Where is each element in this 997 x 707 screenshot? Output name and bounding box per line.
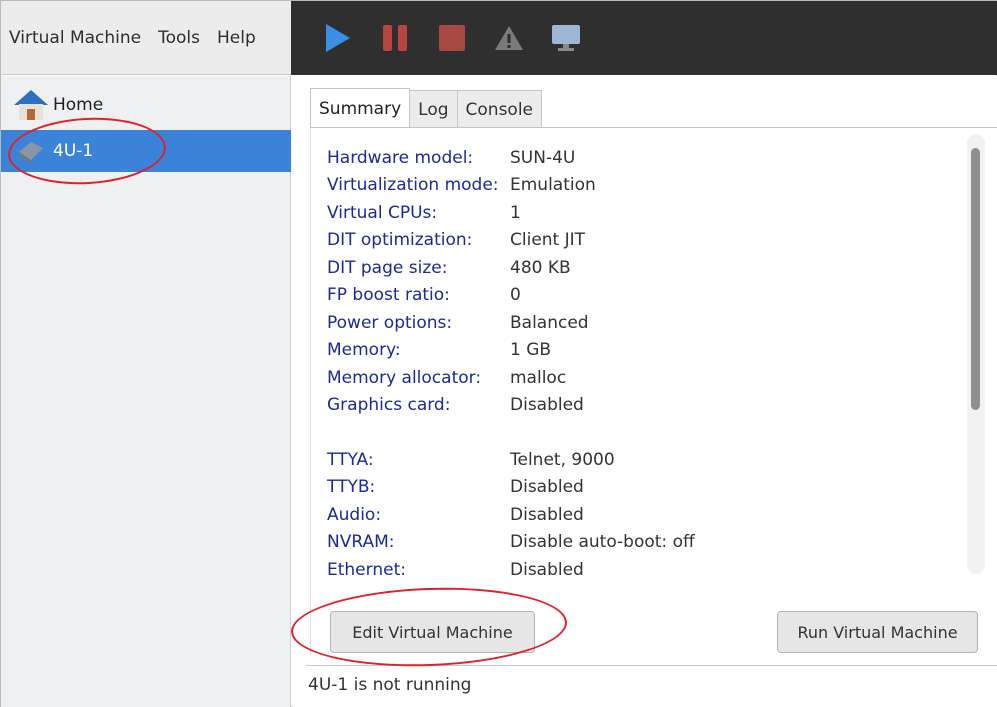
details-scrollbar[interactable] [967, 134, 985, 574]
summary-panel: Hardware model: SUN-4U Virtualization mod… [310, 128, 997, 655]
edit-vm-button[interactable]: Edit Virtual Machine [330, 611, 535, 653]
detail-row: Virtualization mode: Emulation [327, 172, 967, 200]
detail-value: Balanced [510, 312, 589, 333]
detail-key: Memory allocator: [327, 367, 482, 388]
stop-button[interactable] [435, 21, 469, 55]
machine-icon [11, 133, 51, 169]
detail-row: Virtual CPUs: 1 [327, 199, 967, 227]
play-icon [326, 24, 350, 52]
detail-value: 1 GB [510, 340, 552, 361]
pause-button[interactable] [378, 21, 412, 55]
detail-value: malloc [510, 367, 567, 388]
pause-icon [383, 25, 407, 51]
detail-row: Memory: 1 GB [327, 337, 967, 365]
sidebar: Home 4U-1 [1, 76, 291, 707]
toolbar [291, 1, 997, 75]
detail-key: Memory: [327, 340, 401, 361]
detail-key: FP boost ratio: [327, 285, 450, 306]
run-vm-button[interactable]: Run Virtual Machine [777, 611, 978, 653]
scrollbar-thumb[interactable] [971, 148, 980, 410]
display-button[interactable] [549, 21, 583, 55]
port-row: NVRAM: Disable auto-boot: off [327, 529, 967, 557]
port-value: Disable auto-boot: off [510, 532, 695, 553]
port-row: Audio: Disabled [327, 501, 967, 529]
port-key: NVRAM: [327, 532, 395, 553]
tab-console[interactable]: Console [457, 90, 543, 128]
port-value: Disabled [510, 559, 584, 580]
sidebar-item-label: 4U-1 [53, 141, 94, 161]
port-value: Disabled [510, 477, 584, 498]
detail-key: DIT optimization: [327, 230, 473, 251]
sidebar-item-label: Home [53, 95, 104, 115]
detail-value: Disabled [510, 395, 584, 416]
sidebar-item-vm[interactable]: 4U-1 [1, 130, 291, 172]
port-value: Disabled [510, 504, 584, 525]
app-window: Virtual Machine Tools Help Home 4U-1 Sum… [0, 0, 997, 707]
detail-key: Virtual CPUs: [327, 202, 438, 223]
detail-value: SUN-4U [510, 147, 576, 168]
detail-value: 480 KB [510, 257, 571, 278]
detail-row: DIT optimization: Client JIT [327, 227, 967, 255]
details-list: Hardware model: SUN-4U Virtualization mod… [327, 144, 967, 584]
detail-key: Hardware model: [327, 147, 474, 168]
sidebar-item-home[interactable]: Home [1, 84, 291, 126]
status-text: 4U-1 is not running [308, 675, 472, 695]
port-key: TTYA: [327, 449, 374, 470]
port-value: Telnet, 9000 [510, 449, 615, 470]
detail-row: Power options: Balanced [327, 309, 967, 337]
play-button[interactable] [321, 21, 355, 55]
detail-value: Emulation [510, 175, 596, 196]
detail-value: 0 [510, 285, 521, 306]
detail-row: DIT page size: 480 KB [327, 254, 967, 282]
port-key: Audio: [327, 504, 382, 525]
stop-icon [439, 25, 465, 51]
menu-bar: Virtual Machine Tools Help [1, 1, 291, 75]
main-area: Summary Log Console Hardware model: SUN-4… [292, 76, 997, 707]
port-row: Ethernet: Disabled [327, 556, 967, 584]
detail-row: Graphics card: Disabled [327, 392, 967, 420]
tab-log[interactable]: Log [410, 90, 458, 128]
detail-key: Graphics card: [327, 395, 451, 416]
home-icon [11, 87, 51, 123]
detail-row: FP boost ratio: 0 [327, 282, 967, 310]
port-key: Ethernet: [327, 559, 406, 580]
warning-button[interactable] [492, 21, 526, 55]
detail-key: DIT page size: [327, 257, 448, 278]
tab-bar: Summary Log Console [310, 88, 543, 128]
port-key: TTYB: [327, 477, 376, 498]
port-row: TTYB: Disabled [327, 474, 967, 502]
warning-icon [495, 26, 523, 50]
detail-row: Memory allocator: malloc [327, 364, 967, 392]
menu-help[interactable]: Help [217, 28, 256, 48]
detail-key: Power options: [327, 312, 453, 333]
menu-tools[interactable]: Tools [158, 28, 200, 48]
monitor-icon [552, 25, 580, 51]
status-divider [306, 665, 997, 666]
detail-row: Hardware model: SUN-4U [327, 144, 967, 172]
detail-value: 1 [510, 202, 521, 223]
detail-key: Virtualization mode: [327, 175, 499, 196]
detail-value: Client JIT [510, 230, 586, 251]
menu-virtual-machine[interactable]: Virtual Machine [9, 28, 141, 48]
port-row: TTYA: Telnet, 9000 [327, 446, 967, 474]
tab-summary[interactable]: Summary [310, 88, 411, 128]
